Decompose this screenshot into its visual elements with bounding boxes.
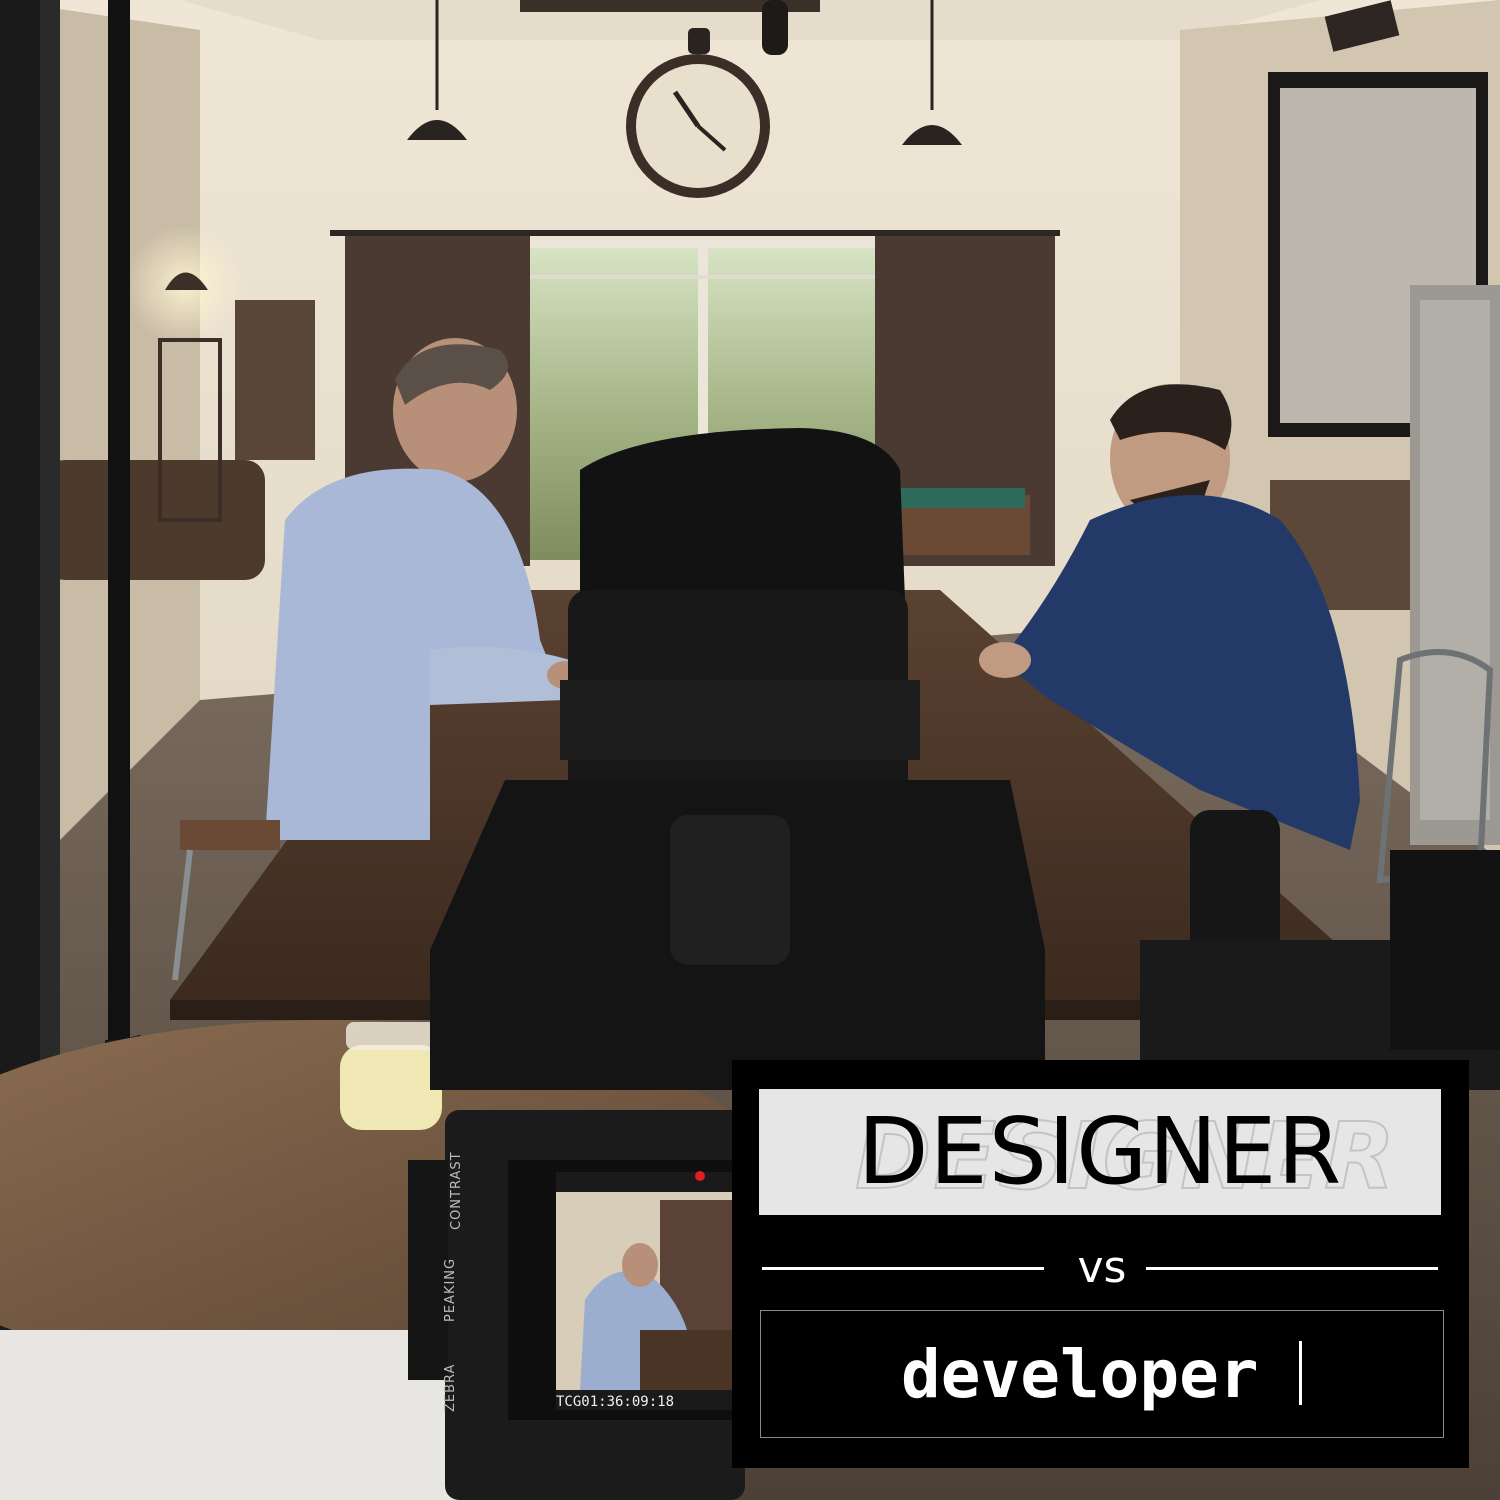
developer-box: developer: [760, 1310, 1444, 1438]
monitor-label-zebra: ZEBRA: [443, 1363, 458, 1412]
developer-title: developer: [901, 1336, 1259, 1413]
monitor-label-contrast: CONTRAST: [449, 1151, 464, 1230]
designer-band: DESIGNER DESIGNER: [759, 1089, 1441, 1215]
title-card: DESIGNER DESIGNER vs developer: [732, 1060, 1469, 1468]
vs-divider: vs: [762, 1240, 1438, 1296]
vs-label: vs: [1077, 1242, 1127, 1293]
divider-line-left: [762, 1267, 1044, 1270]
designer-title: DESIGNER: [857, 1098, 1343, 1205]
text-cursor: [1299, 1341, 1302, 1405]
monitor-label-peaking: PEAKING: [443, 1257, 458, 1322]
monitor-timecode: TCG01:36:09:18: [556, 1394, 675, 1410]
divider-line-right: [1146, 1267, 1438, 1270]
